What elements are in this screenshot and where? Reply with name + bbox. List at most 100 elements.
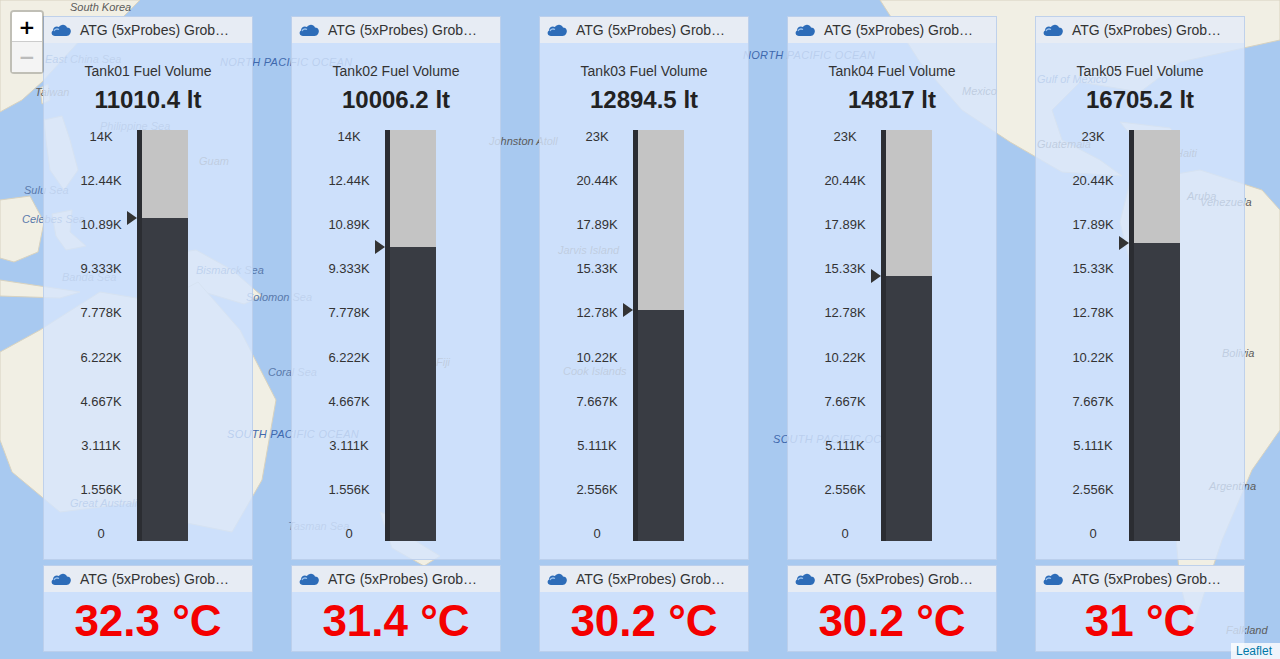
level-marker-icon (623, 303, 633, 317)
cloud-icon (546, 572, 568, 586)
gauge-tick: 10.22K (824, 351, 865, 365)
fuel-volume-widget[interactable]: ATG (5xProbes) Grob… Tank02 Fuel Volume … (291, 16, 501, 560)
gauge-tick: 0 (593, 527, 600, 541)
temperature-reading: 32.3 °C (44, 592, 252, 650)
gauge-tick: 15.33K (824, 262, 865, 276)
gauge-ticks: 14K12.44K10.89K9.333K7.778K6.222K4.667K3… (313, 130, 385, 541)
widget-header[interactable]: ATG (5xProbes) Grob… (540, 566, 748, 592)
widget-header[interactable]: ATG (5xProbes) Grob… (292, 17, 500, 43)
gauge-bar (633, 130, 684, 541)
widget-header[interactable]: ATG (5xProbes) Grob… (788, 17, 996, 43)
gauge-tick: 10.22K (576, 351, 617, 365)
temperature-widget[interactable]: ATG (5xProbes) Grob… 30.2 °C (539, 565, 749, 652)
widget-title: ATG (5xProbes) Grob… (328, 22, 477, 38)
cloud-icon (50, 23, 72, 37)
gauge-tick: 20.44K (824, 174, 865, 188)
gauge-fill (390, 247, 436, 541)
fuel-volume-widget[interactable]: ATG (5xProbes) Grob… Tank01 Fuel Volume … (43, 16, 253, 560)
gauge-tick: 7.778K (328, 306, 369, 320)
cloud-icon (794, 23, 816, 37)
cloud-icon (794, 572, 816, 586)
zoom-button[interactable]: − (12, 42, 42, 72)
level-marker-icon (1119, 236, 1129, 250)
gauge-fill (638, 310, 684, 541)
gauge-tick: 0 (841, 527, 848, 541)
widget-header[interactable]: ATG (5xProbes) Grob… (1036, 566, 1244, 592)
widget-header[interactable]: ATG (5xProbes) Grob… (1036, 17, 1244, 43)
fuel-volume-widget[interactable]: ATG (5xProbes) Grob… Tank04 Fuel Volume … (787, 16, 997, 560)
widget-header[interactable]: ATG (5xProbes) Grob… (292, 566, 500, 592)
gauge-tick: 2.556K (576, 483, 617, 497)
cloud-icon (298, 572, 320, 586)
gauge-fill (142, 218, 188, 541)
gauge-bar (1129, 130, 1180, 541)
gauge-tick: 7.667K (824, 395, 865, 409)
gauge-tick: 10.22K (1072, 351, 1113, 365)
widget-title: ATG (5xProbes) Grob… (1072, 22, 1221, 38)
fuel-volume-widget[interactable]: ATG (5xProbes) Grob… Tank03 Fuel Volume … (539, 16, 749, 560)
gauge-bar (881, 130, 932, 541)
cloud-icon (1042, 572, 1064, 586)
gauge-tick: 20.44K (576, 174, 617, 188)
gauge-ticks: 23K20.44K17.89K15.33K12.78K10.22K7.667K5… (809, 130, 881, 541)
gauge-tick: 3.111K (329, 439, 368, 453)
gauge-tick: 12.44K (328, 174, 369, 188)
level-marker-icon (375, 240, 385, 254)
gauge-tick: 4.667K (328, 395, 369, 409)
gauge-tick: 7.667K (1072, 395, 1113, 409)
gauge-empty (886, 130, 932, 276)
tank-title: Tank01 Fuel Volume (85, 63, 212, 79)
temperature-reading: 30.2 °C (788, 592, 996, 650)
tank-title: Tank02 Fuel Volume (333, 63, 460, 79)
gauge-empty (142, 130, 188, 218)
gauge-ticks: 23K20.44K17.89K15.33K12.78K10.22K7.667K5… (561, 130, 633, 541)
map-attribution[interactable]: Leaflet (1231, 643, 1280, 659)
cloud-icon (1042, 23, 1064, 37)
gauge-tick: 7.778K (80, 306, 121, 320)
gauge-tick: 20.44K (1072, 174, 1113, 188)
tank-column: ATG (5xProbes) Grob… Tank02 Fuel Volume … (291, 16, 501, 652)
gauge: 14K12.44K10.89K9.333K7.778K6.222K4.667K3… (44, 130, 252, 541)
gauge: 23K20.44K17.89K15.33K12.78K10.22K7.667K5… (1036, 130, 1244, 541)
gauge-bar (137, 130, 188, 541)
widget-title: ATG (5xProbes) Grob… (328, 571, 477, 587)
tank-column: ATG (5xProbes) Grob… Tank03 Fuel Volume … (539, 16, 749, 652)
widget-header[interactable]: ATG (5xProbes) Grob… (788, 566, 996, 592)
gauge-tick: 0 (1089, 527, 1096, 541)
gauge-ticks: 23K20.44K17.89K15.33K12.78K10.22K7.667K5… (1057, 130, 1129, 541)
temperature-widget[interactable]: ATG (5xProbes) Grob… 32.3 °C (43, 565, 253, 652)
gauge-tick: 23K (833, 130, 856, 144)
widget-header[interactable]: ATG (5xProbes) Grob… (44, 566, 252, 592)
gauge-tick: 15.33K (576, 262, 617, 276)
gauge-tick: 9.333K (80, 262, 121, 276)
gauge-ticks: 14K12.44K10.89K9.333K7.778K6.222K4.667K3… (65, 130, 137, 541)
temperature-widget[interactable]: ATG (5xProbes) Grob… 31.4 °C (291, 565, 501, 652)
gauge-tick: 23K (585, 130, 608, 144)
widget-title: ATG (5xProbes) Grob… (80, 571, 229, 587)
gauge-tick: 9.333K (328, 262, 369, 276)
gauge-tick: 4.667K (80, 395, 121, 409)
gauge-tick: 12.44K (80, 174, 121, 188)
gauge-tick: 6.222K (328, 351, 369, 365)
gauge-tick: 1.556K (328, 483, 369, 497)
temperature-widget[interactable]: ATG (5xProbes) Grob… 30.2 °C (787, 565, 997, 652)
gauge-tick: 1.556K (80, 483, 121, 497)
widget-title: ATG (5xProbes) Grob… (824, 22, 973, 38)
gauge-tick: 23K (1081, 130, 1104, 144)
tank-column: ATG (5xProbes) Grob… Tank04 Fuel Volume … (787, 16, 997, 652)
widget-title: ATG (5xProbes) Grob… (1072, 571, 1221, 587)
widget-header[interactable]: ATG (5xProbes) Grob… (540, 17, 748, 43)
temperature-reading: 31.4 °C (292, 592, 500, 650)
widget-header[interactable]: ATG (5xProbes) Grob… (44, 17, 252, 43)
gauge-empty (638, 130, 684, 310)
tank-reading: 12894.5 lt (590, 85, 698, 115)
tank-widgets: ATG (5xProbes) Grob… Tank01 Fuel Volume … (0, 0, 1280, 652)
fuel-volume-widget[interactable]: ATG (5xProbes) Grob… Tank05 Fuel Volume … (1035, 16, 1245, 560)
zoom-button[interactable]: + (12, 12, 42, 42)
tank-column: ATG (5xProbes) Grob… Tank05 Fuel Volume … (1035, 16, 1245, 652)
tank-reading: 16705.2 lt (1086, 85, 1194, 115)
temperature-widget[interactable]: ATG (5xProbes) Grob… 31 °C (1035, 565, 1245, 652)
gauge-empty (1134, 130, 1180, 243)
gauge-tick: 0 (345, 527, 352, 541)
gauge-empty (390, 130, 436, 247)
